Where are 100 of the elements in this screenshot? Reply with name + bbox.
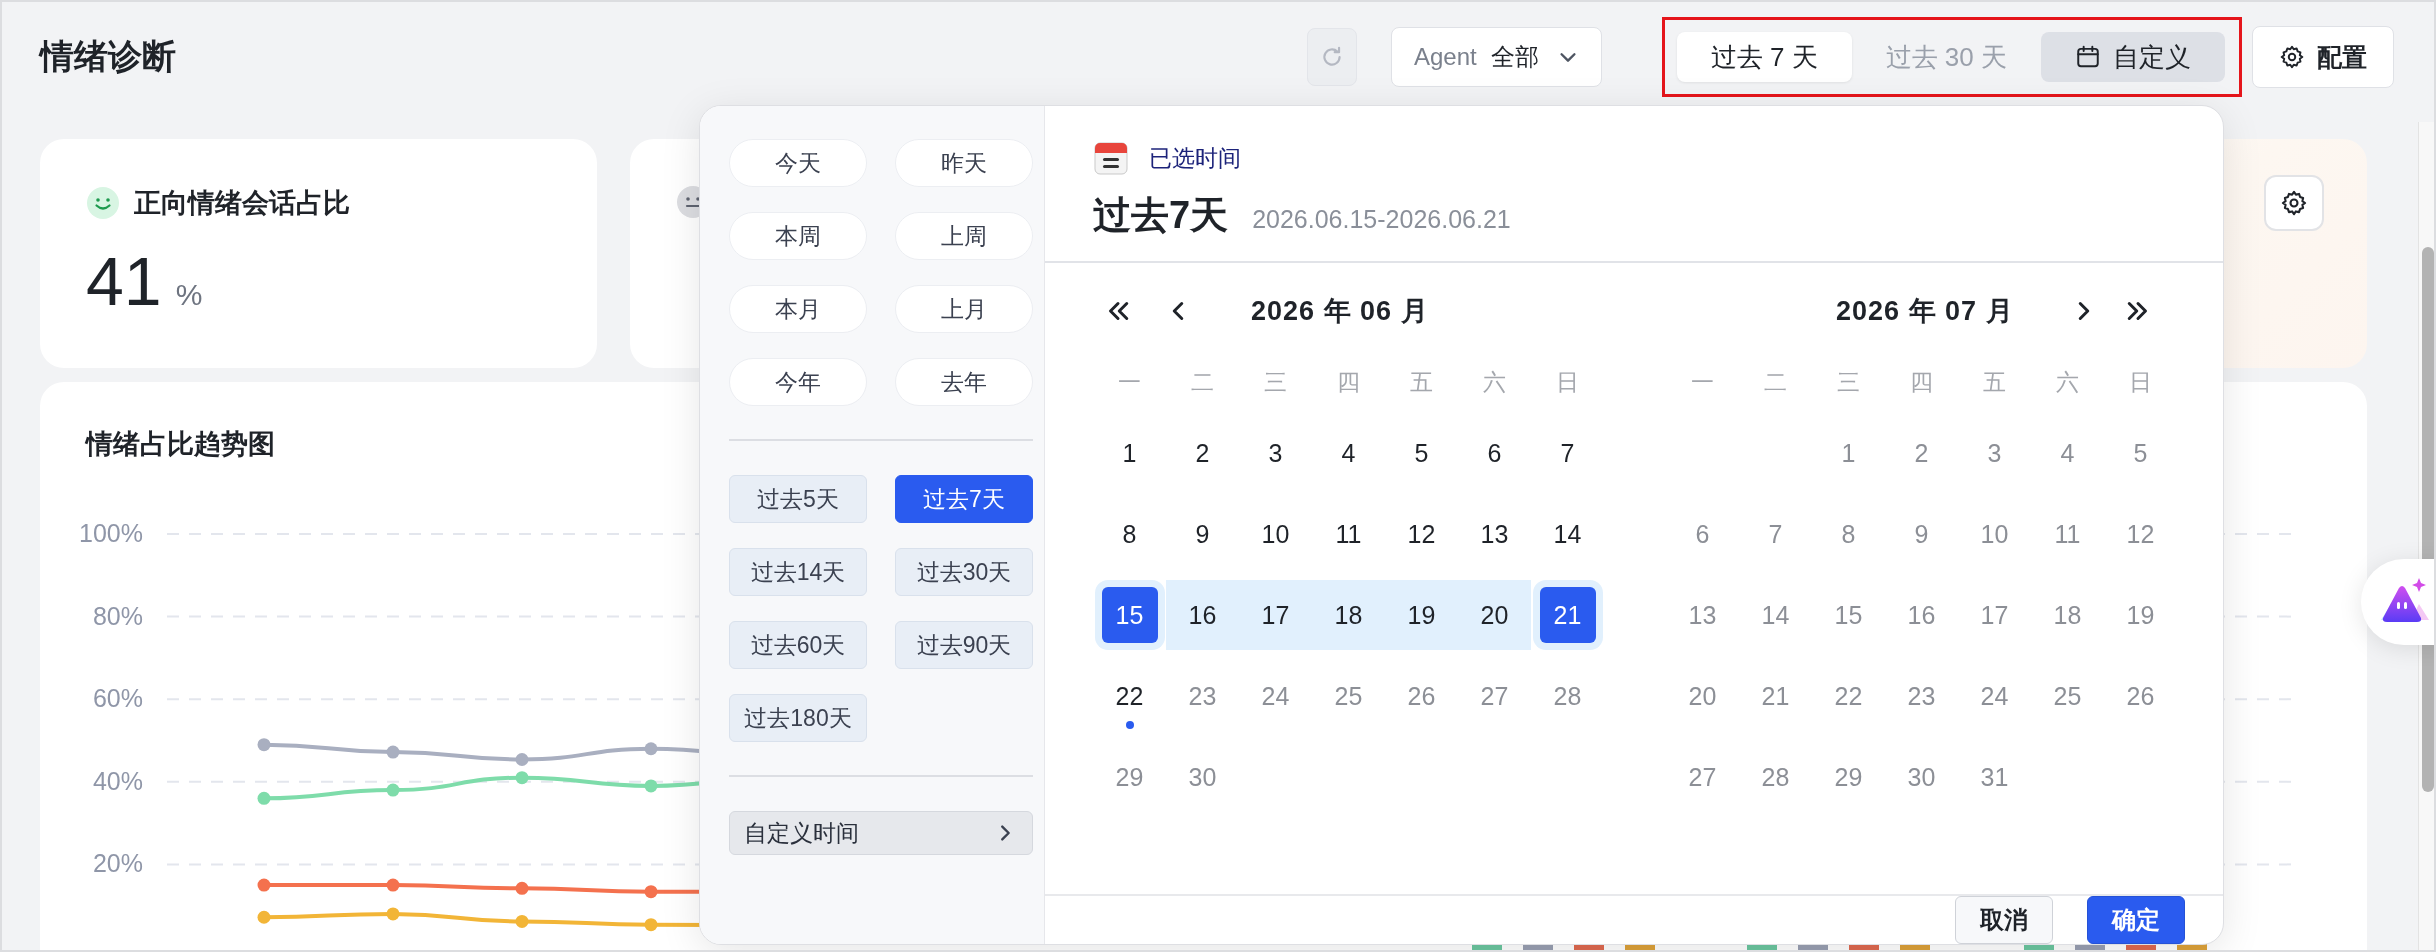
calendar-day[interactable]: 10 <box>1247 506 1304 563</box>
range-tab[interactable]: 自定义 <box>2041 32 2225 82</box>
confirm-button[interactable]: 确定 <box>2087 896 2185 944</box>
calendar-day: 24 <box>1966 668 2023 725</box>
cancel-button[interactable]: 取消 <box>1955 896 2053 944</box>
recent-range-button[interactable]: 过去14天 <box>729 548 867 596</box>
weekday-label: 六 <box>1482 368 1507 398</box>
weekday-label: 六 <box>2055 368 2080 398</box>
axis-tick-label: 100% <box>79 519 143 547</box>
calendar-day[interactable]: 8 <box>1101 506 1158 563</box>
calendar-day[interactable]: 5 <box>1393 425 1450 482</box>
calendar-day: 13 <box>1674 587 1731 644</box>
calendar-day: 31 <box>1966 749 2023 806</box>
quick-range-button[interactable]: 上周 <box>895 212 1033 260</box>
weekday-label: 二 <box>1763 368 1788 398</box>
calendar-day: 17 <box>1966 587 2023 644</box>
calendar-day: 18 <box>2039 587 2096 644</box>
agent-value: 全部 <box>1490 42 1539 72</box>
calendar-day: 23 <box>1893 668 1950 725</box>
quick-range-button[interactable]: 上月 <box>895 285 1033 333</box>
calendar-day: 14 <box>1747 587 1804 644</box>
calendar-day: 25 <box>2039 668 2096 725</box>
calendar-day: 23 <box>1174 668 1231 725</box>
quick-range-button[interactable]: 本月 <box>729 285 867 333</box>
calendar-day: 5 <box>2112 425 2169 482</box>
smiley-icon <box>86 186 120 220</box>
settings-icon <box>2279 44 2305 70</box>
custom-time-button[interactable]: 自定义时间 <box>729 811 1033 855</box>
calendar-day: 29 <box>1820 749 1877 806</box>
weekday-label: 日 <box>2128 368 2153 398</box>
month-title: 2026 年 07 月 <box>1836 294 2014 328</box>
calendar-day[interactable]: 12 <box>1393 506 1450 563</box>
recent-range-button[interactable]: 过去30天 <box>895 548 1033 596</box>
metric-unit: % <box>175 278 203 312</box>
calendar-day: 29 <box>1101 749 1158 806</box>
calendar-day: 21 <box>1747 668 1804 725</box>
calendar-day: 24 <box>1247 668 1304 725</box>
calendar-icon <box>1093 140 1129 176</box>
quick-range-button[interactable]: 今天 <box>729 139 867 187</box>
card-title: 正向情绪会话占比 <box>134 187 350 220</box>
calendar-day: 19 <box>2112 587 2169 644</box>
calendar-day: 15 <box>1820 587 1877 644</box>
quick-range-button[interactable]: 昨天 <box>895 139 1033 187</box>
calendar-day: 26 <box>1393 668 1450 725</box>
weekday-label: 日 <box>1555 368 1580 398</box>
calendar-day: 26 <box>2112 668 2169 725</box>
calendar-day: 30 <box>1893 749 1950 806</box>
calendar-day[interactable]: 22 <box>1101 668 1158 725</box>
recent-range-button[interactable]: 过去90天 <box>895 621 1033 669</box>
calendar-day: 3 <box>1966 425 2023 482</box>
calendar-day[interactable]: 13 <box>1466 506 1523 563</box>
axis-tick-label: 20% <box>92 849 143 878</box>
calendar-day: 27 <box>1466 668 1523 725</box>
calendar-day[interactable]: 6 <box>1466 425 1523 482</box>
weekday-label: 二 <box>1190 368 1215 398</box>
quick-range-button[interactable]: 去年 <box>895 358 1033 406</box>
selected-range-name: 过去7天 <box>1093 193 1229 238</box>
quick-range-button[interactable]: 今年 <box>729 358 867 406</box>
calendar-day: 6 <box>1674 506 1731 563</box>
calendar-day[interactable]: 2 <box>1174 425 1231 482</box>
scrollbar[interactable] <box>2418 122 2434 950</box>
calendar-day[interactable]: 20 <box>1458 580 1531 651</box>
range-tab[interactable]: 过去 7 天 <box>1676 32 1852 82</box>
calendar-day[interactable]: 3 <box>1247 425 1304 482</box>
recent-range-button[interactable]: 过去7天 <box>895 475 1033 523</box>
selected-date-range: 2026.06.15-2026.06.21 <box>1252 205 1511 234</box>
weekday-label: 三 <box>1263 368 1288 398</box>
chart-title: 情绪占比趋势图 <box>86 429 275 459</box>
calendar-icon <box>2075 44 2101 70</box>
settings-button[interactable] <box>2264 175 2324 231</box>
selected-time-label: 已选时间 <box>1149 143 1241 173</box>
calendar-day[interactable]: 16 <box>1166 580 1239 651</box>
calendar-day[interactable]: 18 <box>1312 580 1385 651</box>
metric-value: 41 <box>86 247 162 315</box>
calendar-day: 11 <box>2039 506 2096 563</box>
calendar-day[interactable]: 4 <box>1320 425 1377 482</box>
calendar-day: 30 <box>1174 749 1231 806</box>
calendar-day[interactable]: 11 <box>1320 506 1377 563</box>
calendar-day: 7 <box>1747 506 1804 563</box>
calendar-day[interactable]: 14 <box>1539 506 1596 563</box>
calendar-day[interactable]: 19 <box>1385 580 1458 651</box>
weekday-label: 三 <box>1836 368 1861 398</box>
calendar-day: 2 <box>1893 425 1950 482</box>
quick-range-button[interactable]: 本周 <box>729 212 867 260</box>
recent-range-button[interactable]: 过去180天 <box>729 694 867 742</box>
config-button[interactable]: 配置 <box>2252 26 2394 88</box>
calendar-day: 12 <box>2112 506 2169 563</box>
calendar-day[interactable]: 7 <box>1539 425 1596 482</box>
agent-label: Agent <box>1414 43 1477 71</box>
calendar-day[interactable]: 1 <box>1101 425 1158 482</box>
axis-tick-label: 80% <box>92 601 143 630</box>
recent-range-button[interactable]: 过去5天 <box>729 475 867 523</box>
calendar-day[interactable]: 17 <box>1239 580 1312 651</box>
calendar-day: 4 <box>2039 425 2096 482</box>
calendar-day: 10 <box>1966 506 2023 563</box>
recent-range-button[interactable]: 过去60天 <box>729 621 867 669</box>
calendar-day[interactable]: 9 <box>1174 506 1231 563</box>
agent-dropdown[interactable]: Agent 全部 <box>1391 27 1602 87</box>
assistant-button[interactable] <box>2361 559 2434 645</box>
weekday-label: 五 <box>1409 368 1434 398</box>
